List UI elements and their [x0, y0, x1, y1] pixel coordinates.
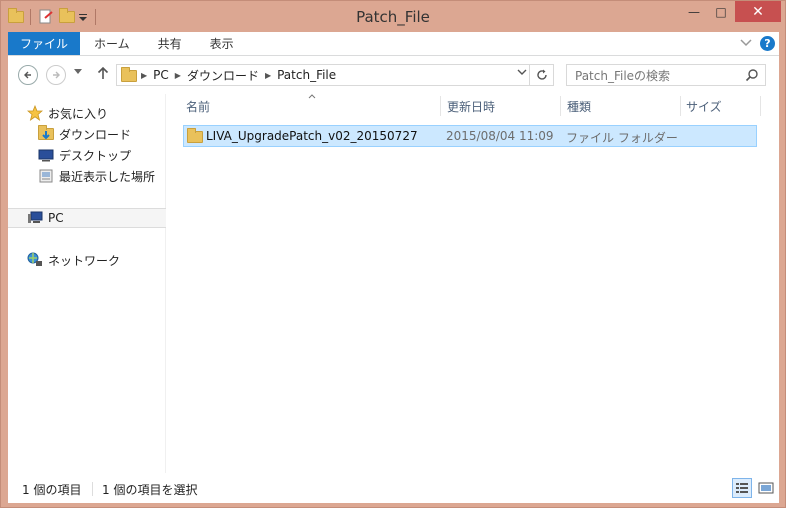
nav-item-downloads[interactable]: ダウンロード [38, 124, 196, 144]
window-title: Patch_File [356, 8, 430, 26]
tab-share[interactable]: 共有 [144, 32, 196, 55]
large-icons-view-button[interactable] [757, 478, 775, 498]
forward-button[interactable] [46, 65, 66, 85]
navigation-pane: お気に入り ダウンロード デスクトップ 最近表示した場所 PC ネットワーク [8, 94, 166, 473]
nav-item-label: お気に入り [48, 106, 109, 121]
column-header-type[interactable]: 種類 [567, 94, 677, 119]
refresh-icon [536, 69, 547, 80]
arrow-left-icon [24, 71, 31, 79]
title-bar: Patch_File — □ ✕ [1, 1, 785, 32]
arrow-right-icon [53, 71, 60, 79]
tab-home[interactable]: ホーム [80, 32, 144, 55]
breadcrumb-arrow-icon[interactable]: ▶ [141, 71, 147, 80]
recent-places-icon [38, 168, 54, 184]
help-icon[interactable]: ? [760, 36, 775, 51]
status-item-count: 1 個の項目 [22, 483, 82, 497]
address-bar[interactable]: ▶ PC ▶ ダウンロード ▶ Patch_File [116, 64, 554, 86]
downloads-folder-icon [38, 125, 54, 142]
nav-item-label: ネットワーク [48, 253, 121, 268]
nav-item-desktop[interactable]: デスクトップ [38, 145, 196, 165]
nav-item-label: ダウンロード [59, 127, 132, 142]
breadcrumb-downloads[interactable]: ダウンロード [187, 67, 259, 84]
file-name: LIVA_UpgradePatch_v02_20150727 [206, 129, 418, 143]
nav-item-recent-places[interactable]: 最近表示した場所 [38, 166, 196, 186]
network-icon [27, 252, 43, 268]
status-separator [92, 482, 93, 496]
minimize-button[interactable]: — [681, 1, 707, 22]
nav-item-favorites[interactable]: お気に入り [26, 103, 185, 123]
folder-icon [187, 128, 203, 143]
explorer-window: Patch_File — □ ✕ ファイル ホーム 共有 表示 ? ▶ PC ▶… [0, 0, 786, 508]
address-history-dropdown[interactable] [517, 68, 527, 79]
folder-icon [121, 67, 137, 82]
nav-item-label: 最近表示した場所 [59, 169, 156, 184]
breadcrumb-arrow-icon[interactable]: ▶ [175, 71, 181, 80]
back-button[interactable] [18, 65, 38, 85]
breadcrumb-arrow-icon[interactable]: ▶ [265, 71, 271, 80]
pc-icon [27, 210, 43, 226]
details-view-button[interactable] [732, 478, 752, 498]
tab-file[interactable]: ファイル [8, 32, 81, 55]
details-view-icon [736, 483, 748, 493]
close-button[interactable]: ✕ [735, 1, 781, 22]
nav-item-network[interactable]: ネットワーク [27, 250, 185, 270]
ribbon-tabs: ファイル ホーム 共有 表示 ? [8, 32, 779, 56]
address-row: ▶ PC ▶ ダウンロード ▶ Patch_File Patch_Fileの検索 [8, 56, 779, 94]
large-icons-view-icon [758, 482, 774, 494]
column-header-size[interactable]: サイズ [686, 94, 756, 119]
file-row[interactable]: LIVA_UpgradePatch_v02_20150727 2015/08/0… [183, 125, 757, 147]
nav-item-label: PC [48, 211, 64, 225]
breadcrumb-pc[interactable]: PC [153, 68, 169, 82]
status-bar: 1 個の項目 1 個の項目を選択 [8, 473, 779, 503]
breadcrumb-patch-file[interactable]: Patch_File [277, 68, 336, 82]
up-button[interactable] [97, 66, 109, 84]
file-list: 名前 更新日時 種類 サイズ LIVA_UpgradePatch_v02_201… [174, 94, 779, 473]
search-placeholder: Patch_Fileの検索 [575, 68, 671, 83]
maximize-button[interactable]: □ [708, 1, 734, 22]
chevron-down-icon[interactable] [740, 37, 752, 50]
refresh-button[interactable] [529, 65, 553, 85]
file-type: ファイル フォルダー [566, 131, 678, 145]
arrow-up-icon [97, 66, 109, 79]
tab-view[interactable]: 表示 [196, 32, 248, 55]
nav-item-pc[interactable]: PC [8, 208, 166, 228]
column-header-modified[interactable]: 更新日時 [447, 94, 562, 119]
file-modified: 2015/08/04 11:09 [446, 129, 554, 143]
column-header-name[interactable]: 名前 [186, 94, 436, 119]
nav-item-label: デスクトップ [59, 148, 132, 163]
search-input[interactable]: Patch_Fileの検索 [566, 64, 766, 86]
column-separator[interactable] [560, 96, 561, 116]
star-icon [26, 104, 44, 121]
status-selected: 1 個の項目を選択 [102, 483, 198, 497]
column-separator[interactable] [680, 96, 681, 116]
desktop-icon [38, 147, 54, 163]
search-icon[interactable] [745, 68, 759, 82]
chevron-down-icon [517, 69, 527, 75]
column-separator[interactable] [440, 96, 441, 116]
column-separator[interactable] [760, 96, 761, 116]
recent-locations-button[interactable] [74, 68, 82, 77]
main-area: お気に入り ダウンロード デスクトップ 最近表示した場所 PC ネットワーク 名… [8, 94, 779, 473]
chevron-down-icon [74, 69, 82, 74]
